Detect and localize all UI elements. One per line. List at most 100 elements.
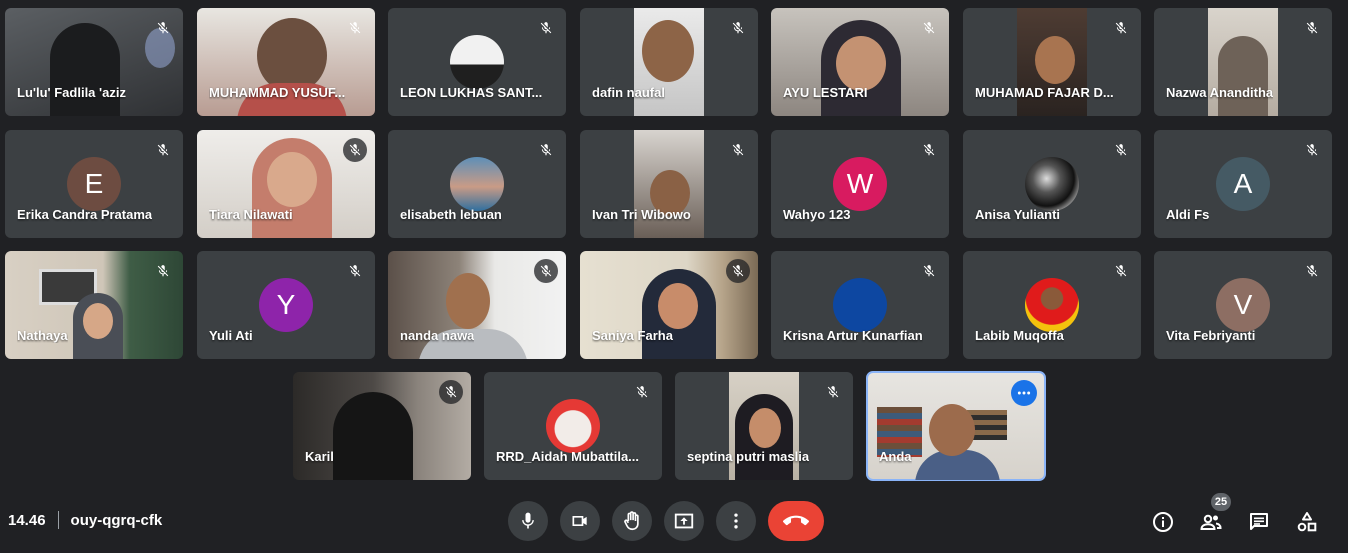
mic-off-icon [726,138,750,162]
participant-name: Aldi Fs [1166,207,1210,222]
camera-button[interactable] [560,501,600,541]
participant-name: Lu'lu' Fadlila 'aziz [17,85,126,100]
end-call-button[interactable] [768,501,824,541]
participant-name: Wahyo 123 [783,207,851,222]
raise-hand-button[interactable] [612,501,652,541]
participant-name: Tiara Nilawati [209,207,293,222]
mic-off-icon [726,16,750,40]
participant-tile[interactable]: MUHAMMAD YUSUF... [197,8,375,116]
participant-name: Vita Febriyanti [1166,328,1256,343]
participant-tile[interactable]: Anisa Yulianti [963,130,1141,238]
participant-tile[interactable]: septina putri maslia [675,372,853,480]
participant-tile[interactable]: V Vita Febriyanti [1154,251,1332,359]
mic-off-icon [821,380,845,404]
mic-off-icon [343,259,367,283]
people-button[interactable] [1198,509,1224,535]
call-end-icon [783,515,809,526]
chat-icon [1250,513,1268,530]
participant-name: MUHAMAD FAJAR D... [975,85,1114,100]
mic-off-icon [1109,16,1133,40]
participant-tile[interactable]: Labib Muqoffa [963,251,1141,359]
participant-tile[interactable]: E Erika Candra Pratama [5,130,183,238]
raise-hand-icon [624,511,639,531]
avatar [450,157,504,211]
participant-tile[interactable]: dafin naufal [580,8,758,116]
mic-off-icon [1300,138,1324,162]
participant-tile[interactable]: RRD_Aidah Mubattila... [484,372,662,480]
participant-tile[interactable]: LEON LUKHAS SANT... [388,8,566,116]
microphone-button[interactable] [508,501,548,541]
participant-tile[interactable]: Y Yuli Ati [197,251,375,359]
participant-tile[interactable]: nanda nawa [388,251,566,359]
present-button[interactable] [664,501,704,541]
people-icon [1200,514,1222,530]
participant-name: MUHAMMAD YUSUF... [209,85,346,100]
meeting-time: 14.46 [8,511,46,529]
participant-tile[interactable]: AYU LESTARI [771,8,949,116]
participant-tile[interactable]: Lu'lu' Fadlila 'aziz [5,8,183,116]
participant-name: Krisna Artur Kunarfian [783,328,923,343]
participant-tile[interactable]: Ivan Tri Wibowo [580,130,758,238]
participant-name: Anda [879,449,912,464]
participant-tile[interactable]: Karil [293,372,471,480]
mic-off-icon [1109,138,1133,162]
mic-off-icon [534,259,558,283]
participant-name: nanda nawa [400,328,475,343]
info-icon [1153,512,1173,532]
avatar: Y [259,278,313,332]
mic-off-icon [1109,259,1133,283]
avatar: E [67,157,121,211]
avatar [450,35,504,89]
separator [57,511,59,529]
participant-tile[interactable]: MUHAMAD FAJAR D... [963,8,1141,116]
participant-name: Karil [305,449,334,464]
participant-name: AYU LESTARI [783,85,868,100]
participant-tile[interactable]: Tiara Nilawati [197,130,375,238]
participant-tile[interactable]: Nazwa Ananditha [1154,8,1332,116]
participant-tile[interactable]: elisabeth lebuan [388,130,566,238]
participant-tile[interactable]: Nathaya [5,251,183,359]
participant-name: Nazwa Ananditha [1166,85,1274,100]
present-icon [674,513,694,529]
chat-button[interactable] [1246,509,1272,535]
mic-off-icon [343,138,367,162]
mic-off-icon [1300,16,1324,40]
mic-off-icon [917,16,941,40]
participant-count-badge: 25 [1211,493,1231,511]
meeting-details-button[interactable] [1150,509,1176,535]
participant-tile[interactable]: Krisna Artur Kunarfian [771,251,949,359]
more-options-button[interactable] [1011,380,1037,406]
participant-name: RRD_Aidah Mubattila... [496,449,640,464]
participant-name: Erika Candra Pratama [17,207,153,222]
activities-button[interactable] [1294,509,1320,535]
participant-name: elisabeth lebuan [400,207,502,222]
participant-tile[interactable]: Saniya Farha [580,251,758,359]
participant-tile[interactable]: A Aldi Fs [1154,130,1332,238]
mic-off-icon [151,138,175,162]
avatar: V [1216,278,1270,332]
participant-name: LEON LUKHAS SANT... [400,85,543,100]
camera-icon [572,516,587,526]
avatar [1025,278,1079,332]
mic-off-icon [534,16,558,40]
participant-name: septina putri maslia [687,449,810,464]
mic-off-icon [1300,259,1324,283]
avatar [546,399,600,453]
mic-off-icon [439,380,463,404]
self-view-tile[interactable]: Anda [866,371,1046,481]
avatar [833,278,887,332]
meeting-info: 14.46 ouy-qgrq-cfk [8,511,162,529]
participant-tile[interactable]: W Wahyo 123 [771,130,949,238]
participant-name: Saniya Farha [592,328,673,343]
more-options-button[interactable] [716,501,756,541]
avatar: W [833,157,887,211]
participant-name: Ivan Tri Wibowo [592,207,691,222]
mic-off-icon [917,138,941,162]
participant-name: dafin naufal [592,85,665,100]
participant-name: Anisa Yulianti [975,207,1061,222]
mic-off-icon [726,259,750,283]
meeting-code: ouy-qgrq-cfk [70,511,163,529]
mic-off-icon [630,380,654,404]
avatar [1025,157,1079,211]
mic-off-icon [917,259,941,283]
